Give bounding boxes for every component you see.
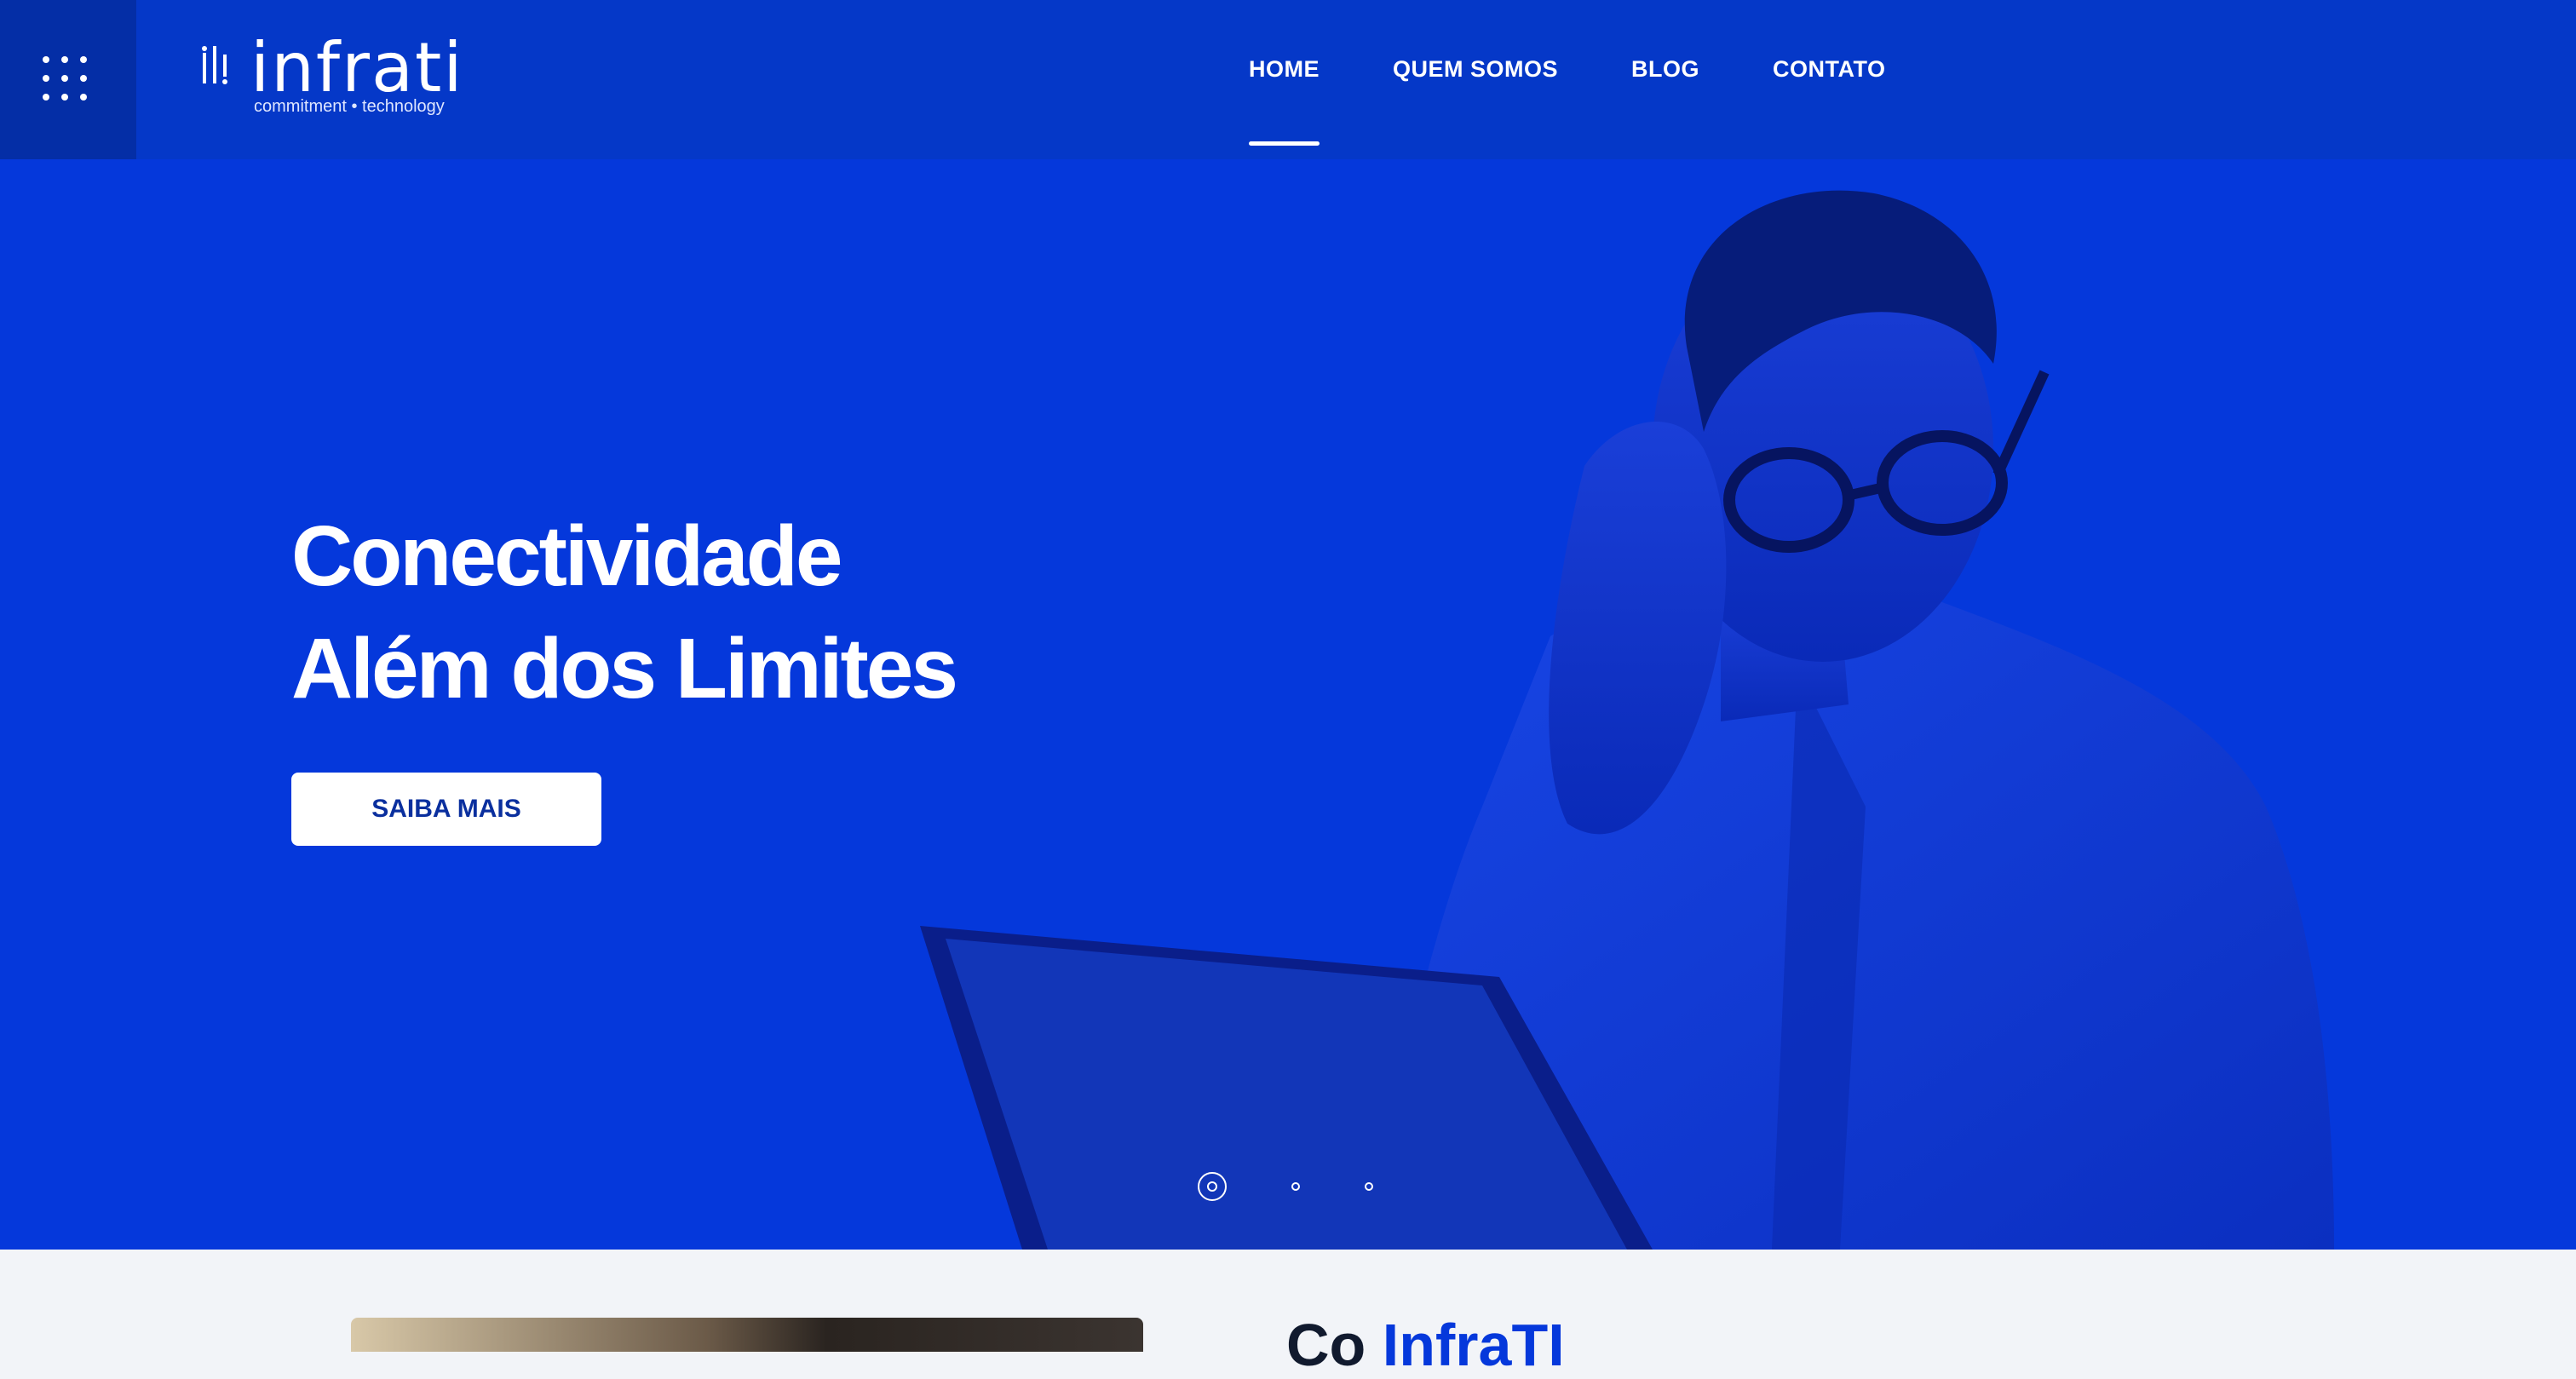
about-title-brand: InfraTI bbox=[1382, 1312, 1565, 1378]
about-title: Co InfraTI bbox=[1286, 1311, 1565, 1379]
about-title-start: Co bbox=[1286, 1312, 1366, 1378]
slide-dot-2[interactable] bbox=[1291, 1182, 1300, 1191]
slider-pagination bbox=[1198, 1169, 1373, 1204]
logo-tagline: commitment • technology bbox=[254, 97, 445, 116]
nav-item-home[interactable]: HOME bbox=[1249, 56, 1320, 146]
slide-dot-3[interactable] bbox=[1365, 1182, 1373, 1191]
grid-dots-icon bbox=[43, 56, 87, 101]
main-nav: HOME QUEM SOMOS BLOG CONTATO bbox=[1249, 56, 1886, 146]
site-header: infrati commitment • technology HOME QUE… bbox=[0, 0, 2576, 159]
nav-item-blog[interactable]: BLOG bbox=[1631, 56, 1699, 107]
nav-item-contato[interactable]: CONTATO bbox=[1773, 56, 1886, 107]
site-logo[interactable]: infrati commitment • technology bbox=[201, 34, 474, 128]
slide-dot-1[interactable] bbox=[1198, 1172, 1227, 1201]
logo-bars-icon bbox=[202, 46, 227, 84]
hero-headline-line2: Além dos Limites bbox=[291, 621, 958, 716]
about-section: Co InfraTI bbox=[0, 1250, 2576, 1378]
menu-toggle-button[interactable] bbox=[0, 0, 136, 159]
nav-item-quem-somos[interactable]: QUEM SOMOS bbox=[1393, 56, 1558, 107]
hero-banner: Conectividade Além dos Limites SAIBA MAI… bbox=[0, 159, 2576, 1250]
logo-wordmark: infrati bbox=[250, 28, 464, 107]
saiba-mais-button[interactable]: SAIBA MAIS bbox=[291, 773, 601, 846]
hero-person-photo bbox=[920, 190, 2334, 1250]
hero-headline: Conectividade Além dos Limites bbox=[291, 500, 958, 725]
hero-headline-line1: Conectividade bbox=[291, 509, 842, 604]
about-image bbox=[351, 1318, 1143, 1352]
